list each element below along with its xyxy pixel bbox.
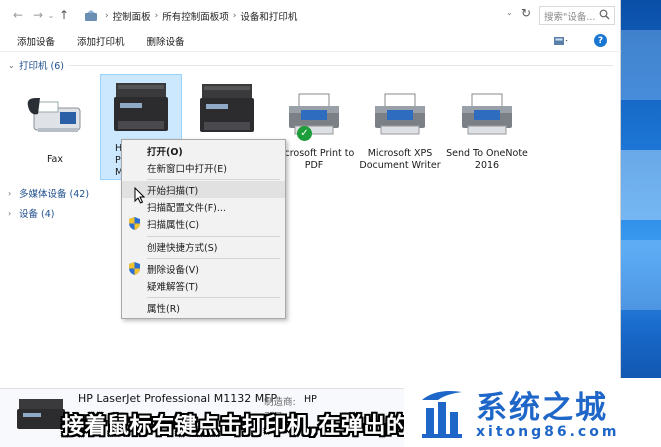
watermark-logo-icon bbox=[422, 391, 462, 438]
menu-item-troubleshoot[interactable]: 疑难解答(T) bbox=[122, 277, 285, 294]
breadcrumb-item-devices-printers[interactable]: 设备和打印机 bbox=[240, 9, 297, 23]
context-menu: 打开(O) 在新窗口中打开(E) 开始扫描(T) 扫描配置文件(F)... 扫描… bbox=[121, 139, 286, 319]
search-icon bbox=[599, 9, 610, 20]
chevron-right-icon: › bbox=[8, 188, 12, 198]
remove-device-button[interactable]: 删除设备 bbox=[147, 34, 185, 48]
explorer-window: ← → ⌄ ↑ › 控制面板 › 所有控制面板项 › 设备和打印机 ⌄ ↻ 搜索… bbox=[0, 0, 621, 388]
watermark: 系统之城 xitong86.com bbox=[404, 378, 661, 447]
manufacturer-key: 制造商: bbox=[264, 397, 296, 408]
section-multimedia-label: 多媒体设备 (42) bbox=[19, 189, 90, 200]
breadcrumb-item-all-items[interactable]: 所有控制面板项 bbox=[162, 9, 229, 23]
chevron-down-icon: ⌄ bbox=[8, 60, 15, 70]
menu-item-properties[interactable]: 属性(R) bbox=[122, 299, 285, 316]
add-printer-button[interactable]: 添加打印机 bbox=[77, 34, 125, 48]
menu-separator bbox=[147, 179, 280, 180]
uac-shield-icon bbox=[129, 262, 140, 275]
mouse-cursor-icon bbox=[134, 187, 145, 204]
uac-shield-icon bbox=[129, 217, 140, 230]
watermark-title: 系统之城 bbox=[476, 390, 608, 426]
section-devices[interactable]: › 设备 (4) bbox=[8, 206, 55, 221]
command-bar: 添加设备 添加打印机 删除设备 ? bbox=[0, 30, 621, 52]
multifunction-printer-icon bbox=[114, 83, 168, 131]
printer-icon bbox=[375, 93, 425, 135]
manufacturer-value: HP bbox=[304, 394, 317, 405]
default-printer-check-icon: ✓ bbox=[297, 126, 312, 141]
device-send-to-onenote[interactable]: Send To OneNote 2016 bbox=[446, 76, 528, 172]
section-printers-label: 打印机 (6) bbox=[19, 61, 64, 72]
device-label: Fax bbox=[46, 154, 64, 165]
menu-item-label: 开始扫描(T) bbox=[147, 185, 199, 197]
watermark-url: xitong86.com bbox=[476, 424, 620, 440]
menu-separator bbox=[147, 236, 280, 237]
menu-separator bbox=[147, 297, 280, 298]
section-divider bbox=[68, 65, 613, 66]
device-name: HP LaserJet Professional M1132 MFP bbox=[78, 392, 278, 405]
search-placeholder: 搜索"设备... bbox=[544, 11, 596, 23]
device-thumbnail-icon bbox=[17, 399, 65, 429]
fax-icon bbox=[27, 98, 81, 132]
view-options-icon[interactable] bbox=[554, 36, 568, 46]
menu-item-label: 删除设备(V) bbox=[147, 264, 199, 276]
menu-item-scan-profiles[interactable]: 扫描配置文件(F)... bbox=[122, 198, 285, 215]
device-xps-writer[interactable]: Microsoft XPS Document Writer bbox=[359, 76, 441, 172]
help-icon[interactable]: ? bbox=[594, 34, 607, 47]
menu-item-scan-properties[interactable]: 扫描属性(C) bbox=[122, 215, 285, 232]
chevron-right-icon: › bbox=[8, 208, 12, 218]
forward-button[interactable]: → bbox=[30, 5, 46, 25]
recent-dropdown-icon[interactable]: ⌄ bbox=[46, 5, 56, 25]
section-devices-label: 设备 (4) bbox=[19, 209, 55, 220]
device-label: Send To OneNote 2016 bbox=[446, 148, 528, 171]
refresh-icon[interactable]: ↻ bbox=[521, 6, 531, 20]
device-hp-printer-2[interactable] bbox=[186, 76, 268, 138]
section-printers[interactable]: ⌄ 打印机 (6) bbox=[8, 58, 64, 73]
up-button[interactable]: ↑ bbox=[56, 5, 72, 25]
add-device-button[interactable]: 添加设备 bbox=[17, 34, 55, 48]
menu-item-open-new-window[interactable]: 在新窗口中打开(E) bbox=[122, 159, 285, 176]
search-input[interactable]: 搜索"设备... bbox=[539, 6, 615, 25]
control-panel-icon bbox=[85, 9, 97, 21]
menu-item-label: 扫描属性(C) bbox=[147, 219, 200, 231]
breadcrumb-item-control-panel[interactable]: 控制面板 bbox=[113, 9, 151, 23]
menu-item-remove-device[interactable]: 删除设备(V) bbox=[122, 260, 285, 277]
menu-item-start-scan[interactable]: 开始扫描(T) bbox=[122, 181, 285, 198]
printer-icon bbox=[462, 93, 512, 135]
printer-icon bbox=[289, 93, 339, 135]
breadcrumb-separator: › bbox=[154, 10, 159, 21]
menu-item-create-shortcut[interactable]: 创建快捷方式(S) bbox=[122, 238, 285, 255]
video-subtitle: 接着鼠标右键点击打印机,在弹出的 bbox=[62, 414, 409, 439]
menu-separator bbox=[147, 258, 280, 259]
menu-item-open[interactable]: 打开(O) bbox=[122, 142, 285, 159]
device-fax[interactable]: Fax bbox=[14, 76, 96, 166]
back-button[interactable]: ← bbox=[10, 5, 26, 25]
multifunction-printer-icon bbox=[200, 84, 254, 132]
address-dropdown-icon[interactable]: ⌄ bbox=[506, 8, 513, 17]
breadcrumb[interactable]: › 控制面板 › 所有控制面板项 › 设备和打印机 bbox=[84, 6, 536, 25]
address-bar: ← → ⌄ ↑ › 控制面板 › 所有控制面板项 › 设备和打印机 ⌄ ↻ 搜索… bbox=[0, 0, 621, 30]
breadcrumb-separator: › bbox=[232, 10, 237, 21]
device-label: Microsoft XPS Document Writer bbox=[359, 148, 441, 171]
breadcrumb-separator: › bbox=[105, 10, 109, 21]
section-multimedia[interactable]: › 多媒体设备 (42) bbox=[8, 186, 90, 201]
